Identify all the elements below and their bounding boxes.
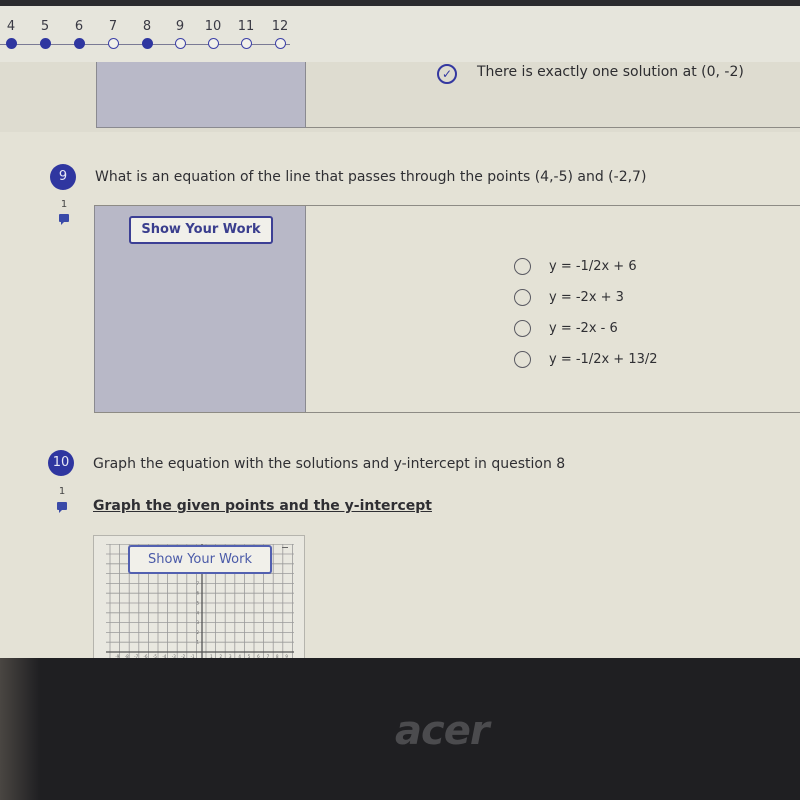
- step-number: 5: [40, 19, 50, 34]
- unanswered-dot-icon[interactable]: [274, 38, 286, 49]
- progress-step-9[interactable]: 9: [165, 18, 195, 49]
- option-label: y = -2x - 6: [549, 320, 618, 336]
- progress-step-11[interactable]: 11: [231, 18, 261, 49]
- question-9-number: 9: [50, 164, 76, 190]
- progress-step-8[interactable]: 8: [132, 18, 162, 49]
- show-your-work-button[interactable]: Show Your Work: [129, 216, 273, 244]
- answer-option[interactable]: y = -1/2x + 6: [514, 255, 637, 277]
- step-number: 9: [175, 19, 185, 34]
- option-label: y = -2x + 3: [549, 289, 624, 305]
- check-circle-icon[interactable]: ✓: [437, 64, 457, 84]
- browser-screen: 4 5 6 7 8 9 10 11 12 ✓ There is exactly one solu…: [0, 0, 800, 658]
- option-label: y = -1/2x + 6: [549, 258, 637, 274]
- comment-icon[interactable]: [59, 214, 69, 225]
- progress-step-4[interactable]: 4: [0, 18, 26, 49]
- question-10-number: 10: [48, 450, 74, 476]
- comment-icon[interactable]: [57, 502, 67, 513]
- answer-option[interactable]: y = -2x - 6: [514, 317, 618, 339]
- question-9-points: 1: [60, 199, 68, 210]
- answered-dot-icon[interactable]: [141, 38, 153, 49]
- bezel-edge: [0, 658, 40, 800]
- minimize-icon[interactable]: [282, 547, 288, 548]
- question-9-answer-box: Show Your Work y = -1/2x + 6 y = -2x + 3 y…: [94, 205, 800, 413]
- q9-show-work-panel: Show Your Work: [94, 206, 306, 412]
- laptop-bezel: acer: [0, 658, 800, 800]
- step-number: 12: [271, 19, 289, 34]
- progress-step-10[interactable]: 10: [198, 18, 228, 49]
- step-number: 11: [237, 19, 255, 34]
- graph-work-panel: -9 -8 -7 -6 -5 -4 -3 -2 -1 1 2 3 4 5 6 7 8 9 1 2 3 4 5 6 7 Show …: [93, 535, 305, 658]
- question-10-text: Graph the equation with the solutions an…: [93, 456, 566, 472]
- question-10-points: 1: [58, 486, 66, 497]
- progress-step-12[interactable]: 12: [265, 18, 295, 49]
- step-number: 7: [108, 19, 118, 34]
- unanswered-dot-icon[interactable]: [107, 38, 119, 49]
- brand-logo: acer: [395, 708, 490, 754]
- step-number: 4: [6, 19, 16, 34]
- answer-option[interactable]: y = -2x + 3: [514, 286, 624, 308]
- question-9-text: What is an equation of the line that pas…: [95, 169, 647, 185]
- radio-button[interactable]: [514, 257, 531, 275]
- option-label: y = -1/2x + 13/2: [549, 351, 658, 367]
- radio-button[interactable]: [514, 350, 531, 368]
- q8-selected-answer[interactable]: There is exactly one solution at (0, -2): [477, 64, 744, 80]
- unanswered-dot-icon[interactable]: [174, 38, 186, 49]
- step-number: 8: [142, 19, 152, 34]
- progress-step-7[interactable]: 7: [98, 18, 128, 49]
- question-10-subtitle: Graph the given points and the y-interce…: [93, 498, 432, 514]
- unanswered-dot-icon[interactable]: [240, 38, 252, 49]
- unanswered-dot-icon[interactable]: [207, 38, 219, 49]
- answered-dot-icon[interactable]: [73, 38, 85, 49]
- step-number: 6: [74, 19, 84, 34]
- radio-button[interactable]: [514, 319, 531, 337]
- answered-dot-icon[interactable]: [5, 38, 17, 49]
- answer-option[interactable]: y = -1/2x + 13/2: [514, 348, 658, 370]
- radio-button[interactable]: [514, 288, 531, 306]
- progress-step-5[interactable]: 5: [30, 18, 60, 49]
- q8-show-work-panel: [96, 62, 306, 128]
- show-your-work-button[interactable]: Show Your Work: [128, 545, 272, 574]
- answered-dot-icon[interactable]: [39, 38, 51, 49]
- progress-step-6[interactable]: 6: [64, 18, 94, 49]
- step-number: 10: [204, 19, 222, 34]
- question-progress-nav: 4 5 6 7 8 9 10 11 12: [0, 6, 800, 62]
